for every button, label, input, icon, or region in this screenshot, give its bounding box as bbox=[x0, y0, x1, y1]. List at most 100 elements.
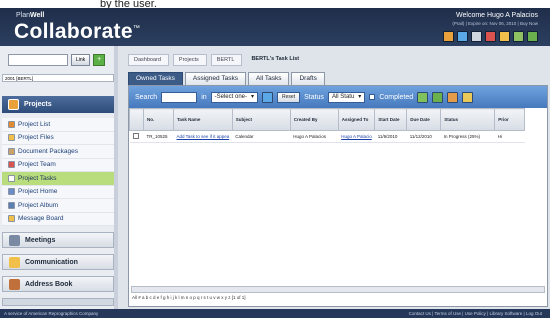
search-icon[interactable] bbox=[262, 91, 274, 103]
cell-due-date: 11/12/2010 bbox=[406, 130, 441, 143]
sidebar-vertical-scrollbar[interactable] bbox=[114, 46, 118, 309]
communication-icon bbox=[9, 256, 20, 268]
sidebar-item-project-files[interactable]: Project Files bbox=[2, 131, 114, 145]
add-task-icon[interactable] bbox=[417, 91, 429, 103]
sidebar-item-label: Project Tasks bbox=[18, 174, 57, 182]
cell-status: In Progress (25%) bbox=[440, 130, 495, 143]
column-header-no[interactable]: No. bbox=[143, 108, 174, 131]
sidebar-item-label: Project Files bbox=[18, 134, 54, 142]
breadcrumb-item[interactable]: Dashboard bbox=[128, 54, 169, 66]
home-icon bbox=[8, 188, 15, 196]
in-label: in bbox=[201, 93, 207, 101]
row-checkbox[interactable] bbox=[132, 133, 139, 139]
chart-icon[interactable] bbox=[513, 31, 524, 42]
sidebar-item-label: Project Album bbox=[18, 201, 59, 209]
projects-submenu: Project List Project Files Document Packag… bbox=[2, 118, 114, 226]
files-icon bbox=[8, 134, 15, 142]
breadcrumb: Dashboard Projects BERTL BERTL's Task List bbox=[128, 54, 306, 66]
column-header-status[interactable]: Status bbox=[440, 108, 496, 131]
sidebar-search-button[interactable]: Link bbox=[71, 54, 91, 66]
sidebar-item-label: Project Home bbox=[18, 188, 58, 196]
nav-projects[interactable]: Projects bbox=[2, 96, 114, 113]
column-header-task-name[interactable]: Task Name bbox=[173, 108, 233, 131]
print-icon[interactable] bbox=[471, 31, 482, 42]
search-field-value: -Select one- bbox=[214, 93, 247, 100]
chevron-down-icon: ▾ bbox=[251, 93, 255, 100]
tab-all-tasks[interactable]: All Tasks bbox=[247, 72, 290, 85]
tab-drafts[interactable]: Drafts bbox=[291, 72, 325, 85]
assignee-link[interactable]: Hugo A Palacio bbox=[341, 134, 372, 139]
sidebar-item-label: Project Team bbox=[18, 161, 56, 169]
column-header-start-date[interactable]: Start Date bbox=[374, 108, 408, 131]
sidebar-item-label: Document Packages bbox=[18, 147, 78, 155]
column-header-assigned-to[interactable]: Assigned To bbox=[337, 108, 376, 131]
task-link[interactable]: Add Task to see if it appea bbox=[177, 134, 230, 139]
tab-owned-tasks[interactable]: Owned Tasks bbox=[128, 72, 183, 85]
tasks-icon bbox=[8, 174, 15, 182]
breadcrumb-current: BERTL's Task List bbox=[251, 56, 300, 62]
table-body: TR_10525 Add Task to see if it appea Calen… bbox=[129, 130, 525, 143]
export-icon[interactable] bbox=[432, 91, 444, 103]
nav-meetings[interactable]: Meetings bbox=[2, 232, 114, 248]
sidebar-item-document-packages[interactable]: Document Packages bbox=[2, 145, 114, 159]
cell-created-by: Hugo A Palacios bbox=[290, 130, 339, 143]
account-status[interactable]: (Prail) | Expire on: Nov 06, 2010 | Buy … bbox=[452, 21, 538, 26]
project-selector[interactable]: 2001 [BERTL] bbox=[2, 74, 114, 82]
search-icon[interactable] bbox=[443, 31, 454, 42]
nav-communication[interactable]: Communication bbox=[2, 254, 114, 270]
sidebar-search: Link + bbox=[8, 54, 106, 66]
nav-section-label: Meetings bbox=[25, 236, 56, 244]
sidebar-item-label: Message Board bbox=[18, 215, 64, 223]
column-header-subject[interactable]: Subject bbox=[231, 108, 291, 131]
welcome-text: Welcome Hugo A Palacios bbox=[456, 12, 538, 19]
sidebar-item-project-team[interactable]: Project Team bbox=[2, 158, 114, 172]
home-icon[interactable] bbox=[457, 31, 468, 42]
column-header-due-date[interactable]: Due Date bbox=[406, 108, 442, 131]
footer-company: A service of American Reprographics Comp… bbox=[4, 311, 99, 316]
status-label: Status bbox=[304, 93, 324, 101]
folder-icon[interactable] bbox=[499, 31, 510, 42]
nav-projects-label: Projects bbox=[24, 101, 52, 108]
alphabet-filter[interactable]: All # a b c d e f g h i j k l m n o p q … bbox=[132, 295, 246, 300]
status-select[interactable]: All Statu ▾ bbox=[327, 91, 366, 103]
reset-button[interactable]: Reset bbox=[277, 91, 301, 103]
task-search-input[interactable] bbox=[161, 91, 198, 103]
sidebar-item-project-home[interactable]: Project Home bbox=[2, 185, 114, 199]
cell-start-date: 11/9/2010 bbox=[374, 130, 407, 143]
sidebar-add-icon[interactable]: + bbox=[93, 54, 106, 66]
search-field-select[interactable]: -Select one- ▾ bbox=[210, 91, 259, 103]
nav-address-book[interactable]: Address Book bbox=[2, 276, 114, 292]
column-header-prior[interactable]: Prior bbox=[494, 108, 526, 131]
team-icon bbox=[8, 161, 15, 169]
sidebar-item-project-tasks[interactable]: Project Tasks bbox=[2, 172, 114, 186]
brand-name: Collaborate bbox=[14, 20, 133, 43]
mail-icon[interactable] bbox=[485, 31, 496, 42]
brand-prefix-bold: Well bbox=[30, 12, 45, 19]
cell-assigned-to: Hugo A Palacio bbox=[338, 130, 375, 143]
print-icon[interactable] bbox=[447, 91, 459, 103]
breadcrumb-item[interactable]: BERTL bbox=[210, 54, 243, 66]
projects-icon bbox=[8, 99, 19, 110]
completed-label: Completed bbox=[379, 93, 414, 101]
brand-prefix-text: Plan bbox=[16, 12, 31, 19]
sidebar-search-input[interactable] bbox=[8, 54, 68, 66]
footer-links[interactable]: Contact Us | Terms of Use | Use Policy |… bbox=[409, 309, 542, 318]
task-panel: Search in -Select one- ▾ Reset Status All… bbox=[128, 85, 548, 307]
address-book-icon bbox=[9, 278, 20, 290]
help-icon[interactable] bbox=[527, 31, 538, 42]
list-icon bbox=[8, 120, 15, 128]
completed-checkbox[interactable] bbox=[369, 94, 376, 100]
table-horizontal-scrollbar[interactable] bbox=[131, 286, 545, 293]
breadcrumb-item[interactable]: Projects bbox=[172, 54, 207, 66]
sidebar-horizontal-scrollbar[interactable] bbox=[2, 298, 114, 306]
report-icon[interactable] bbox=[462, 91, 474, 103]
table-row: TR_10525 Add Task to see if it appea Calen… bbox=[129, 130, 525, 143]
message-icon bbox=[8, 215, 15, 223]
sidebar-item-project-list[interactable]: Project List bbox=[2, 118, 114, 132]
sidebar-item-project-album[interactable]: Project Album bbox=[2, 199, 114, 213]
brand-prefix: PlanWell bbox=[16, 12, 44, 19]
sidebar-item-message-board[interactable]: Message Board bbox=[2, 212, 114, 226]
tab-assigned-tasks[interactable]: Assigned Tasks bbox=[184, 72, 246, 85]
table-header-row: No. Task Name Subject Created By Assigned To… bbox=[129, 108, 526, 131]
column-header-created-by[interactable]: Created By bbox=[289, 108, 339, 131]
